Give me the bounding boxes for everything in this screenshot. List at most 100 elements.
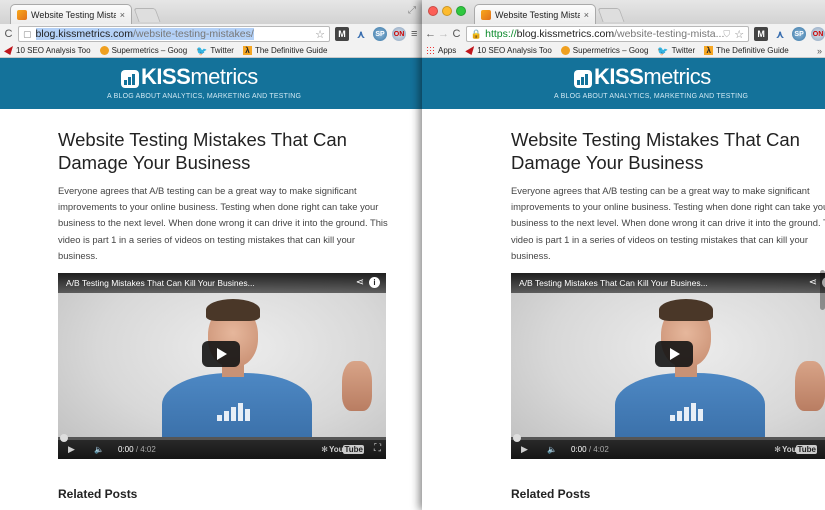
- settings-icon[interactable]: ✻: [774, 445, 781, 454]
- url-path: /website-testing-mistakes/: [132, 28, 254, 40]
- play-button[interactable]: [202, 341, 240, 368]
- volume-icon[interactable]: 🔈: [94, 445, 104, 454]
- related-posts-heading: Related Posts: [511, 487, 591, 502]
- kissmetrics-logo[interactable]: KISSmetrics: [121, 66, 258, 88]
- tool-extension-icon[interactable]: ⋏: [354, 27, 368, 41]
- scrub-handle[interactable]: [60, 434, 68, 443]
- tab-website-testing[interactable]: Website Testing Mistakes ×: [10, 4, 132, 24]
- gmail-extension-icon[interactable]: M: [754, 27, 769, 41]
- close-tab-icon[interactable]: ×: [584, 10, 589, 20]
- logo-bars-icon: [121, 70, 139, 88]
- new-tab-button[interactable]: [597, 8, 625, 22]
- video-controls: ▶ 🔈 0:00 / 4:02 ✻ YouTube ⛶: [511, 434, 825, 460]
- gmail-extension-icon[interactable]: M: [335, 27, 349, 41]
- bookmark-supermetrics[interactable]: Supermetrics – Goog: [560, 46, 648, 55]
- video-title-bar: A/B Testing Mistakes That Can Kill Your …: [58, 273, 386, 294]
- play-icon: [217, 348, 227, 361]
- more-bookmarks-icon[interactable]: »: [817, 46, 822, 56]
- url-host: blog.kissmetrics.com: [516, 28, 615, 40]
- control-play-icon[interactable]: ▶: [521, 444, 528, 455]
- url-host: blog.kissmetrics.com: [35, 28, 133, 40]
- settings-icon[interactable]: ✻: [321, 445, 328, 454]
- reload-icon[interactable]: C: [2, 28, 15, 40]
- tab-title: Website Testing Mistakes: [495, 9, 580, 20]
- progress-bar[interactable]: [58, 434, 386, 443]
- bookmarks-bar: 10 SEO Analysis Too Supermetrics – Goog …: [0, 44, 422, 58]
- forward-icon[interactable]: →: [437, 28, 450, 40]
- hand-figure: [342, 361, 372, 412]
- share-icon[interactable]: ⋖: [809, 277, 817, 288]
- youtube-logo[interactable]: YouTube: [782, 445, 817, 455]
- fullscreen-video-icon[interactable]: ⛶: [374, 443, 381, 454]
- red-flag-icon: [465, 46, 475, 55]
- play-icon: [670, 348, 680, 361]
- url-scheme: https://: [485, 28, 517, 40]
- window-controls: [428, 6, 466, 16]
- bookmark-apps[interactable]: Apps: [426, 46, 456, 55]
- video-player[interactable]: A/B Testing Mistakes That Can Kill Your …: [511, 273, 825, 460]
- new-tab-button[interactable]: [133, 8, 161, 22]
- url-path: /website-testing-mista...: [614, 28, 725, 40]
- screenshot-stage: Website Testing Mistakes × ⤢ C ▢ blog.ki…: [0, 0, 825, 510]
- video-title-bar: A/B Testing Mistakes That Can Kill Your …: [511, 273, 825, 294]
- bookmark-definitive-guide[interactable]: λ The Definitive Guide: [704, 46, 789, 55]
- page-icon: ▢: [23, 28, 32, 39]
- status-extension-icon[interactable]: ON: [392, 27, 406, 41]
- video-title[interactable]: A/B Testing Mistakes That Can Kill Your …: [66, 278, 255, 288]
- control-play-icon[interactable]: ▶: [68, 444, 75, 455]
- twitter-icon: 🐦: [196, 46, 208, 56]
- article: Website Testing Mistakes That Can Damage…: [511, 128, 825, 501]
- bookmark-definitive-guide[interactable]: λ The Definitive Guide: [242, 46, 327, 55]
- bookmark-star-icon[interactable]: ☆: [315, 28, 325, 41]
- scrub-handle[interactable]: [513, 434, 521, 443]
- lambda-icon: λ: [704, 46, 714, 55]
- article: Website Testing Mistakes That Can Damage…: [58, 128, 388, 501]
- globe-extension-icon[interactable]: SP: [792, 27, 807, 41]
- apps-icon: [426, 46, 435, 55]
- minimize-window-icon[interactable]: [442, 6, 452, 16]
- supermetrics-icon: [560, 46, 570, 55]
- bookmark-twitter[interactable]: 🐦 Twitter: [657, 46, 695, 56]
- address-bar[interactable]: 🔒 https://blog.kissmetrics.com/website-t…: [465, 26, 750, 42]
- logo-bars-icon: [574, 70, 592, 88]
- youtube-logo[interactable]: YouTube: [329, 445, 364, 455]
- supermetrics-icon: [99, 46, 109, 55]
- site-tagline: A BLOG ABOUT ANALYTICS, MARKETING AND TE…: [554, 93, 749, 100]
- bookmark-star-icon[interactable]: ☆: [734, 28, 744, 41]
- progress-bar[interactable]: [511, 434, 825, 443]
- close-tab-icon[interactable]: ×: [120, 10, 125, 20]
- globe-extension-icon[interactable]: SP: [373, 27, 387, 41]
- site-header: KISSmetrics A BLOG ABOUT ANALYTICS, MARK…: [0, 58, 422, 109]
- close-window-icon[interactable]: [428, 6, 438, 16]
- status-extension-icon[interactable]: ON: [811, 27, 825, 41]
- video-title[interactable]: A/B Testing Mistakes That Can Kill Your …: [519, 278, 708, 288]
- bookmark-seo[interactable]: 10 SEO Analysis Too: [4, 46, 91, 55]
- tab-website-testing[interactable]: Website Testing Mistakes ×: [474, 4, 596, 24]
- article-title: Website Testing Mistakes That Can Damage…: [511, 129, 800, 173]
- info-icon[interactable]: i: [369, 277, 380, 289]
- reload-icon[interactable]: C: [450, 28, 463, 40]
- bookmark-twitter[interactable]: 🐦 Twitter: [196, 46, 234, 56]
- left-browser-window: Website Testing Mistakes × ⤢ C ▢ blog.ki…: [0, 0, 422, 510]
- back-icon[interactable]: ←: [424, 28, 437, 40]
- video-player[interactable]: A/B Testing Mistakes That Can Kill Your …: [58, 273, 386, 460]
- bookmarks-bar: Apps 10 SEO Analysis Too Supermetrics – …: [422, 44, 825, 58]
- twitter-icon: 🐦: [657, 46, 669, 56]
- shield-icon[interactable]: ⛉: [723, 29, 730, 40]
- kissmetrics-favicon-icon: [481, 9, 491, 20]
- share-icon[interactable]: ⋖: [356, 277, 364, 288]
- volume-icon[interactable]: 🔈: [547, 445, 557, 454]
- tool-extension-icon[interactable]: ⋏: [773, 27, 787, 41]
- page-scrollbar[interactable]: [820, 270, 825, 310]
- play-button[interactable]: [655, 341, 693, 368]
- bookmark-seo[interactable]: 10 SEO Analysis Too: [465, 46, 552, 55]
- bookmark-supermetrics[interactable]: Supermetrics – Goog: [99, 46, 187, 55]
- fullscreen-icon[interactable]: ⤢: [408, 5, 416, 16]
- address-bar[interactable]: ▢ blog.kissmetrics.com/website-testing-m…: [18, 26, 330, 42]
- menu-icon[interactable]: ≡: [411, 28, 417, 40]
- related-posts-heading: Related Posts: [58, 487, 138, 502]
- kissmetrics-logo[interactable]: KISSmetrics: [574, 66, 711, 88]
- lambda-icon: λ: [242, 46, 252, 55]
- zoom-window-icon[interactable]: [456, 6, 466, 16]
- browser-toolbar: ← → C 🔒 https://blog.kissmetrics.com/web…: [422, 24, 825, 44]
